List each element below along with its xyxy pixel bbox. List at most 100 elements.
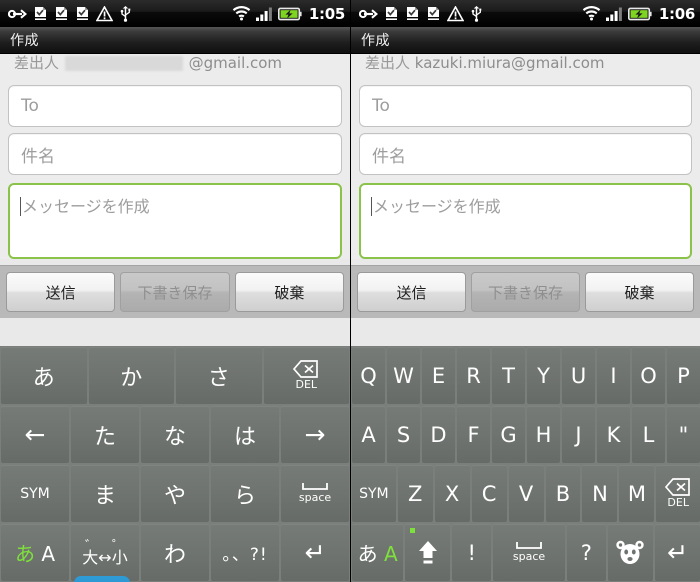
send-button[interactable]: 送信 [357, 272, 466, 312]
kana-keyboard: あ か さ DEL ← た な は → SYM ま や ら space あ A … [0, 346, 350, 582]
backspace-icon [293, 360, 319, 378]
key-quote[interactable]: " [667, 406, 700, 463]
key-emoji-mouse[interactable] [607, 524, 653, 581]
key-ha[interactable]: は [211, 406, 279, 463]
key-p[interactable]: P [667, 347, 700, 404]
subject-field[interactable]: 件名 [359, 133, 692, 175]
phone-screen-right: 1:06 作成 差出人 kazuki.miura@gmail.com To 件名… [350, 0, 700, 582]
key-u[interactable]: U [562, 347, 595, 404]
key-j[interactable]: J [562, 406, 595, 463]
key-delete[interactable]: DEL [656, 465, 700, 522]
sender-email: kazuki.miura@gmail.com [414, 54, 605, 72]
key-ya[interactable]: や [141, 465, 209, 522]
send-button[interactable]: 送信 [6, 272, 116, 312]
key-e[interactable]: E [422, 347, 455, 404]
key-enter[interactable]: ↵ [281, 524, 350, 581]
key-g[interactable]: G [492, 406, 525, 463]
subject-placeholder: 件名 [372, 146, 406, 167]
link-icon [8, 8, 27, 19]
key-delete[interactable]: DEL [263, 347, 349, 404]
message-field[interactable]: メッセージを作成 [359, 183, 692, 259]
key-sa[interactable]: さ [176, 347, 262, 404]
key-sym[interactable]: SYM [1, 465, 69, 522]
sender-row: 差出人 @gmail.com [8, 50, 342, 79]
wifi-icon [582, 6, 601, 21]
key-d[interactable]: D [422, 406, 455, 463]
save-draft-button[interactable]: 下書き保存 [120, 272, 230, 312]
key-r[interactable]: R [457, 347, 490, 404]
key-ma[interactable]: ま [71, 465, 139, 522]
key-i[interactable]: I [597, 347, 630, 404]
key-b[interactable]: B [545, 465, 581, 522]
status-clock: 1:05 [308, 4, 345, 23]
key-ime-toggle[interactable]: あ A [1, 524, 69, 581]
save-draft-button[interactable]: 下書き保存 [471, 272, 580, 312]
key-ra[interactable]: ら [211, 465, 279, 522]
key-ta[interactable]: た [71, 406, 139, 463]
keyboard-row: あ A ゛゜ 大↔小 わ 。、?! ↵ [0, 523, 350, 582]
mouse-face-icon [616, 540, 645, 564]
to-field[interactable]: To [8, 85, 342, 127]
key-space-label: space [512, 550, 546, 564]
key-h[interactable]: H [527, 406, 560, 463]
status-icons-left [359, 5, 582, 22]
space-icon [516, 542, 542, 550]
key-w[interactable]: W [387, 347, 420, 404]
key-o[interactable]: O [632, 347, 665, 404]
key-q[interactable]: Q [352, 347, 385, 404]
key-m[interactable]: M [619, 465, 655, 522]
key-t[interactable]: T [492, 347, 525, 404]
key-space[interactable]: space [493, 524, 565, 581]
key-v[interactable]: V [508, 465, 544, 522]
key-dakuten-size[interactable]: ゛゜ 大↔小 [71, 524, 140, 581]
subject-field[interactable]: 件名 [8, 133, 342, 175]
key-z[interactable]: Z [397, 465, 433, 522]
key-cursor-right[interactable]: → [281, 406, 349, 463]
key-a[interactable]: A [352, 406, 385, 463]
key-x[interactable]: X [434, 465, 470, 522]
key-space-label: space [298, 491, 332, 505]
wifi-icon [232, 6, 251, 21]
text-caret [20, 197, 21, 216]
key-space[interactable]: space [281, 465, 349, 522]
to-placeholder: To [21, 96, 39, 116]
sender-row: 差出人 kazuki.miura@gmail.com [359, 50, 692, 79]
key-c[interactable]: C [471, 465, 507, 522]
key-sym[interactable]: SYM [352, 465, 396, 522]
key-ime-toggle[interactable]: あ A [352, 524, 404, 581]
message-field[interactable]: メッセージを作成 [8, 183, 342, 259]
status-icons-left [8, 5, 232, 22]
key-l[interactable]: L [632, 406, 665, 463]
key-n[interactable]: N [582, 465, 618, 522]
status-bar: 1:06 [351, 0, 700, 27]
message-placeholder: メッセージを作成 [22, 197, 150, 216]
usb-icon [471, 5, 482, 22]
key-exclamation[interactable]: ! [452, 524, 492, 581]
to-field[interactable]: To [359, 85, 692, 127]
sender-email: @gmail.com [188, 54, 283, 72]
key-ka[interactable]: か [88, 347, 174, 404]
shift-arrow-icon [418, 540, 437, 563]
key-f[interactable]: F [457, 406, 490, 463]
download-done-icon [428, 7, 439, 20]
key-shift[interactable] [405, 524, 451, 581]
key-question[interactable]: ? [566, 524, 606, 581]
discard-button[interactable]: 破棄 [234, 272, 344, 312]
keyboard-row: SYM Z X C V B N M DEL [351, 464, 700, 523]
key-a[interactable]: あ [1, 347, 87, 404]
download-done-icon [407, 7, 418, 20]
key-enter[interactable]: ↵ [654, 524, 700, 581]
key-na[interactable]: な [141, 406, 209, 463]
key-s[interactable]: S [387, 406, 420, 463]
key-y[interactable]: Y [527, 347, 560, 404]
key-punctuation[interactable]: 。、?! [211, 524, 280, 581]
compose-form: 差出人 kazuki.miura@gmail.com To 件名 メッセージを作… [351, 50, 700, 259]
subject-placeholder: 件名 [21, 146, 55, 167]
key-k[interactable]: K [597, 406, 630, 463]
battery-charging-icon [627, 7, 652, 20]
key-cursor-left[interactable]: ← [1, 406, 69, 463]
title-bar: 作成 [351, 27, 700, 54]
discard-button[interactable]: 破棄 [585, 272, 694, 312]
download-done-icon [77, 7, 88, 20]
key-wa[interactable]: わ [141, 524, 210, 581]
